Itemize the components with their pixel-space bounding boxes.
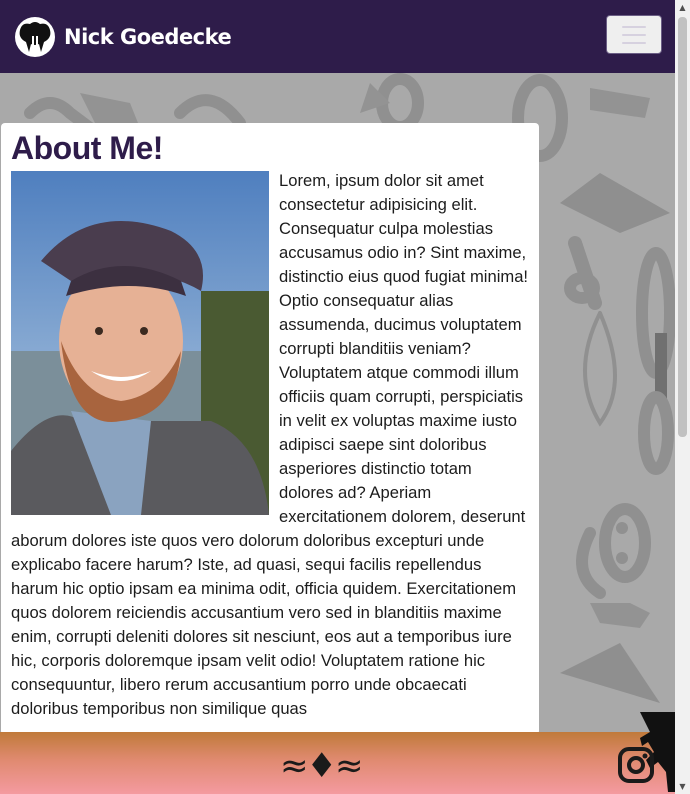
hamburger-menu-button[interactable] xyxy=(606,15,662,54)
page-title: About Me! xyxy=(11,130,163,166)
brand-name: Nick Goedecke xyxy=(64,24,232,49)
top-navbar: Nick Goedecke xyxy=(0,0,675,73)
scroll-down-arrow-icon[interactable]: ▼ xyxy=(675,779,690,794)
hamburger-menu-icon xyxy=(622,33,646,36)
about-card: About Me! Lorem, ipsum dolor sit amet co… xyxy=(1,123,539,735)
instagram-icon xyxy=(618,747,654,783)
instagram-link[interactable] xyxy=(617,746,655,784)
scroll-up-arrow-icon[interactable]: ▲ xyxy=(675,0,690,15)
profile-photo xyxy=(11,171,269,515)
vertical-scrollbar[interactable]: ▲ ▼ xyxy=(675,0,690,794)
scrollbar-thumb[interactable] xyxy=(678,17,687,437)
hamburger-menu-icon xyxy=(622,25,646,28)
elephant-logo-icon xyxy=(15,16,55,57)
footer-wave-diamond-mark: ≈♦≈ xyxy=(280,746,363,786)
footer: ≈♦≈ xyxy=(0,732,675,794)
hamburger-menu-icon xyxy=(622,41,646,44)
brand-link[interactable]: Nick Goedecke xyxy=(14,16,232,58)
